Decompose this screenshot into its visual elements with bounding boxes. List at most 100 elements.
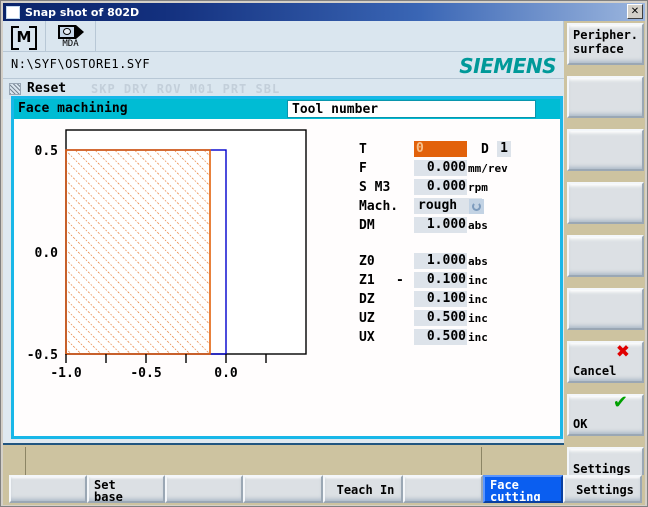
face-machining-dialog: Face machining Tool number -1.0 -0.5 0.0…: [11, 96, 563, 439]
dialog-body: -1.0 -0.5 0.0 0.5 0.0 -0.5 T 0 D 1 F 0.0…: [14, 119, 560, 436]
window-icon: [6, 5, 20, 19]
app-window: Snap shot of 802D ✕ M MDA N:\SYF\OSTORE1…: [0, 0, 648, 507]
program-path: N:\SYF\OSTORE1.SYF: [11, 57, 151, 71]
unit-s-m3: rpm: [468, 181, 488, 194]
softkey-ok[interactable]: ✔ OK: [567, 394, 644, 436]
input-f[interactable]: 0.000: [414, 160, 467, 176]
form-row-dz: DZ 0.100 inc: [359, 291, 559, 310]
machine-mode-button[interactable]: M: [3, 21, 46, 52]
softkey-peripheral-surface[interactable]: Peripher. surface: [567, 23, 644, 65]
label-z1: Z1: [359, 273, 375, 288]
parameter-form: T 0 D 1 F 0.000 mm/rev S M3 0.000 rpm Ma…: [359, 141, 559, 348]
label-t: T: [359, 142, 367, 157]
svg-text:-0.5: -0.5: [27, 348, 58, 363]
softkey-ok-label: OK: [573, 417, 588, 431]
dialog-subtitle-box: Tool number: [287, 100, 536, 118]
status-divider-right: [481, 447, 482, 475]
x-axis-ticks: [65, 354, 267, 363]
x-axis-tick-labels: -1.0 -0.5 0.0: [50, 366, 238, 381]
softkey-v3[interactable]: [567, 129, 644, 171]
workpiece-preview-chart: -1.0 -0.5 0.0 0.5 0.0 -0.5: [14, 119, 324, 409]
sign-z1: -: [396, 273, 404, 288]
form-row-mach: Mach. rough: [359, 198, 559, 217]
form-row-t: T 0 D 1: [359, 141, 559, 160]
mda-label: MDA: [62, 38, 79, 49]
softkey-cancel[interactable]: ✖ Cancel: [567, 341, 644, 383]
softkey-v4[interactable]: [567, 182, 644, 224]
input-s-m3[interactable]: 0.000: [414, 179, 467, 195]
mode-toolbar: M MDA: [3, 21, 564, 52]
toggle-circle-icon[interactable]: [469, 199, 484, 214]
status-hatch-icon: [9, 83, 21, 95]
svg-text:0.0: 0.0: [214, 366, 238, 381]
svg-text:0.5: 0.5: [35, 144, 58, 159]
input-t[interactable]: 0: [414, 141, 467, 157]
svg-text:-0.5: -0.5: [130, 366, 161, 381]
label-uz: UZ: [359, 311, 375, 326]
unit-ux: inc: [468, 331, 488, 344]
toolbar-empty-area: [96, 21, 564, 52]
softkey-h4[interactable]: [243, 475, 323, 503]
label-dz: DZ: [359, 292, 375, 307]
unit-uz: inc: [468, 312, 488, 325]
form-row-z0: Z0 1.000 abs: [359, 253, 559, 272]
softkey-v5[interactable]: [567, 235, 644, 277]
machine-m-icon: M: [11, 26, 37, 50]
softkey-teach-in[interactable]: Teach In: [323, 475, 403, 503]
softkey-h6[interactable]: [403, 475, 483, 503]
red-x-icon: ✖: [615, 342, 630, 362]
form-row-s-m3: S M3 0.000 rpm: [359, 179, 559, 198]
form-row-ux: UX 0.500 inc: [359, 329, 559, 348]
label-mach: Mach.: [359, 199, 399, 214]
svg-text:0.0: 0.0: [35, 246, 59, 261]
form-row-dm: DM 1.000 abs: [359, 217, 559, 236]
dialog-title: Face machining: [18, 101, 128, 116]
message-status-strip: [3, 443, 564, 475]
softkey-settings[interactable]: Settings: [563, 475, 642, 503]
softkey-h1[interactable]: [9, 475, 87, 503]
label-dm: DM: [359, 218, 375, 233]
vertical-softkey-bar: Peripher. surface ✖ Cancel ✔ OK Settings: [564, 21, 645, 505]
siemens-logo: SIEMENS: [459, 54, 556, 78]
label-ux: UX: [359, 330, 375, 345]
chart-svg: -1.0 -0.5 0.0 0.5 0.0 -0.5: [27, 129, 307, 381]
svg-text:-1.0: -1.0: [50, 366, 81, 381]
form-row-f: F 0.000 mm/rev: [359, 160, 559, 179]
softkey-set-base[interactable]: Set base: [87, 475, 165, 503]
unit-dz: inc: [468, 293, 488, 306]
input-z0[interactable]: 1.000: [414, 253, 467, 269]
form-spacer: [359, 236, 559, 253]
softkey-h3[interactable]: [165, 475, 243, 503]
softkey-settings-vertical-label: Settings: [573, 462, 631, 476]
dialog-header: Face machining Tool number: [14, 99, 560, 119]
close-icon[interactable]: ✕: [627, 4, 643, 19]
client-area: M MDA N:\SYF\OSTORE1.SYF SIEMENS Reset S…: [3, 21, 645, 505]
form-row-uz: UZ 0.500 inc: [359, 310, 559, 329]
horizontal-softkey-bar: Set base Teach In Face cutting Settings: [3, 475, 645, 505]
softkey-v2[interactable]: [567, 76, 644, 118]
input-dz[interactable]: 0.100: [414, 291, 467, 307]
label-z0: Z0: [359, 254, 375, 269]
label-f: F: [359, 161, 367, 176]
green-check-icon: ✔: [612, 394, 628, 413]
unit-z1: inc: [468, 274, 488, 287]
form-row-z1: Z1 - 0.100 inc: [359, 272, 559, 291]
window-titlebar: Snap shot of 802D ✕: [3, 3, 645, 21]
program-path-bar: N:\SYF\OSTORE1.SYF SIEMENS: [3, 52, 564, 79]
input-uz[interactable]: 0.500: [414, 310, 467, 326]
softkey-teach-in-label: Teach In: [336, 483, 395, 497]
mda-mode-button[interactable]: MDA: [46, 21, 96, 52]
softkey-v6[interactable]: [567, 288, 644, 330]
softkey-peripheral-surface-line1: Peripher.: [573, 28, 639, 42]
status-divider-left: [25, 447, 26, 475]
softkey-set-base-line2: base: [94, 490, 123, 503]
mda-icon: [57, 24, 84, 39]
softkey-cancel-label: Cancel: [573, 364, 617, 378]
y-axis-tick-labels: 0.5 0.0 -0.5: [27, 144, 58, 363]
label-d: D: [481, 142, 489, 157]
input-dm[interactable]: 1.000: [414, 217, 467, 233]
input-d[interactable]: 1: [497, 141, 511, 157]
softkey-face-cutting[interactable]: Face cutting: [483, 475, 563, 503]
input-z1[interactable]: 0.100: [414, 272, 467, 288]
input-ux[interactable]: 0.500: [414, 329, 467, 345]
